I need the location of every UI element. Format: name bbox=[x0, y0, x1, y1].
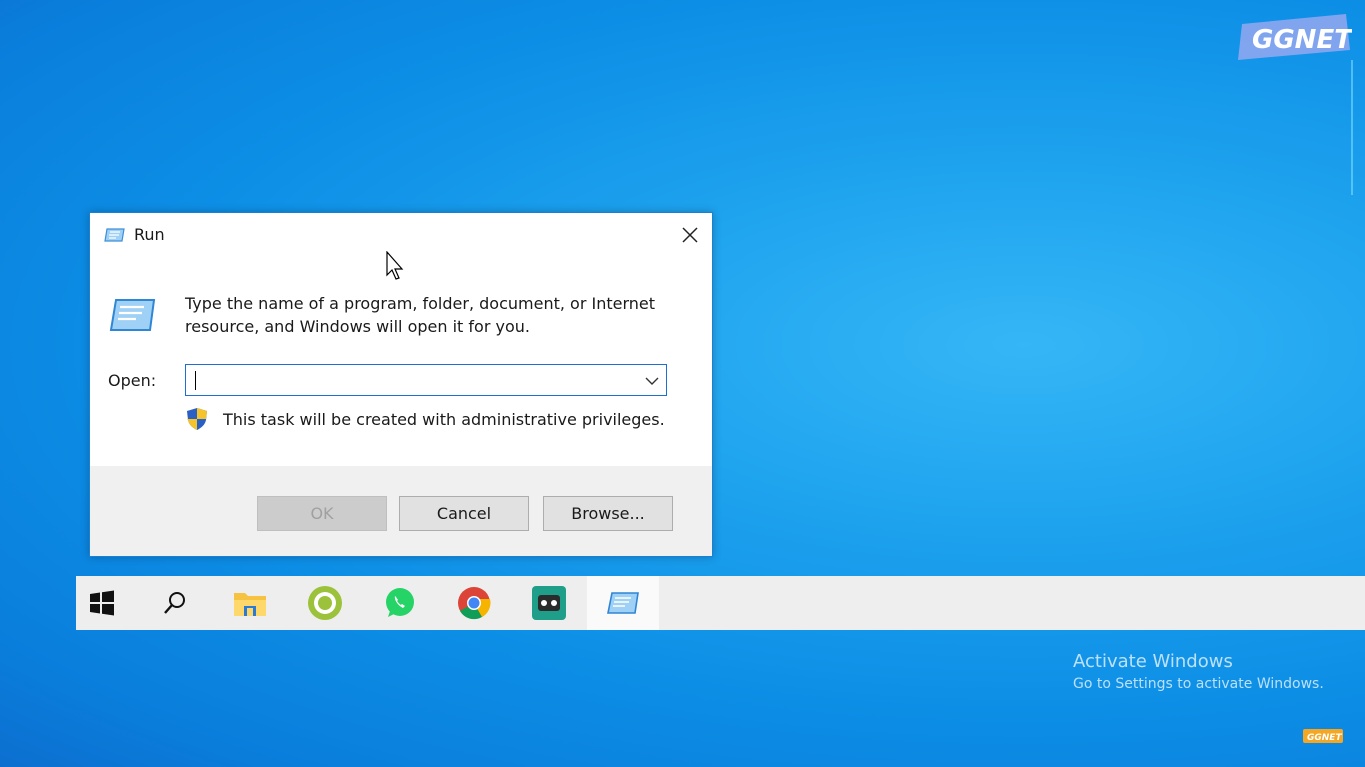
windows-start-icon bbox=[90, 590, 114, 616]
activate-title: Activate Windows bbox=[1073, 651, 1233, 672]
taskbar-game-app[interactable] bbox=[513, 576, 585, 630]
mouse-cursor-icon bbox=[386, 251, 404, 280]
taskbar-messenger-app[interactable] bbox=[289, 576, 361, 630]
dialog-title: Run bbox=[134, 225, 165, 244]
text-caret bbox=[195, 371, 196, 390]
run-icon bbox=[109, 299, 156, 331]
close-button[interactable] bbox=[674, 219, 706, 251]
whatsapp-icon bbox=[386, 588, 414, 617]
taskbar-chrome[interactable] bbox=[438, 576, 510, 630]
browse-button[interactable]: Browse... bbox=[543, 496, 673, 531]
open-input[interactable] bbox=[186, 365, 650, 395]
taskbar bbox=[76, 576, 1365, 630]
chrome-icon bbox=[458, 587, 491, 620]
svg-text:GGNET: GGNET bbox=[1252, 25, 1352, 55]
open-combobox[interactable] bbox=[185, 364, 667, 396]
ggnet-logo: GGNET bbox=[1238, 14, 1352, 60]
ggnet-small-logo: GGNET bbox=[1303, 729, 1343, 743]
dialog-footer: OK Cancel Browse... bbox=[90, 466, 712, 556]
game-app-icon bbox=[532, 586, 566, 620]
close-icon bbox=[682, 227, 698, 243]
cancel-button[interactable]: Cancel bbox=[399, 496, 529, 531]
description-text: Type the name of a program, folder, docu… bbox=[185, 294, 656, 336]
open-label: Open: bbox=[108, 371, 157, 390]
taskbar-file-explorer[interactable] bbox=[214, 576, 286, 630]
taskbar-whatsapp[interactable] bbox=[364, 576, 436, 630]
run-icon bbox=[607, 592, 639, 614]
window-edge bbox=[1351, 60, 1365, 195]
svg-text:GGNET: GGNET bbox=[1307, 733, 1342, 743]
activate-subtitle: Go to Settings to activate Windows. bbox=[1073, 676, 1324, 692]
taskbar-run[interactable] bbox=[587, 576, 659, 630]
file-explorer-icon bbox=[234, 593, 266, 616]
activate-windows-watermark: Activate Windows Go to Settings to activ… bbox=[1073, 651, 1324, 692]
chevron-down-icon[interactable] bbox=[642, 371, 662, 391]
messenger-app-icon bbox=[308, 586, 342, 620]
ok-button[interactable]: OK bbox=[257, 496, 387, 531]
admin-privileges-text: This task will be created with administr… bbox=[223, 410, 665, 429]
taskbar-search[interactable] bbox=[139, 576, 211, 630]
search-icon bbox=[164, 592, 185, 614]
run-icon bbox=[104, 228, 125, 242]
start-button[interactable] bbox=[66, 576, 138, 630]
uac-shield-icon bbox=[187, 408, 207, 430]
